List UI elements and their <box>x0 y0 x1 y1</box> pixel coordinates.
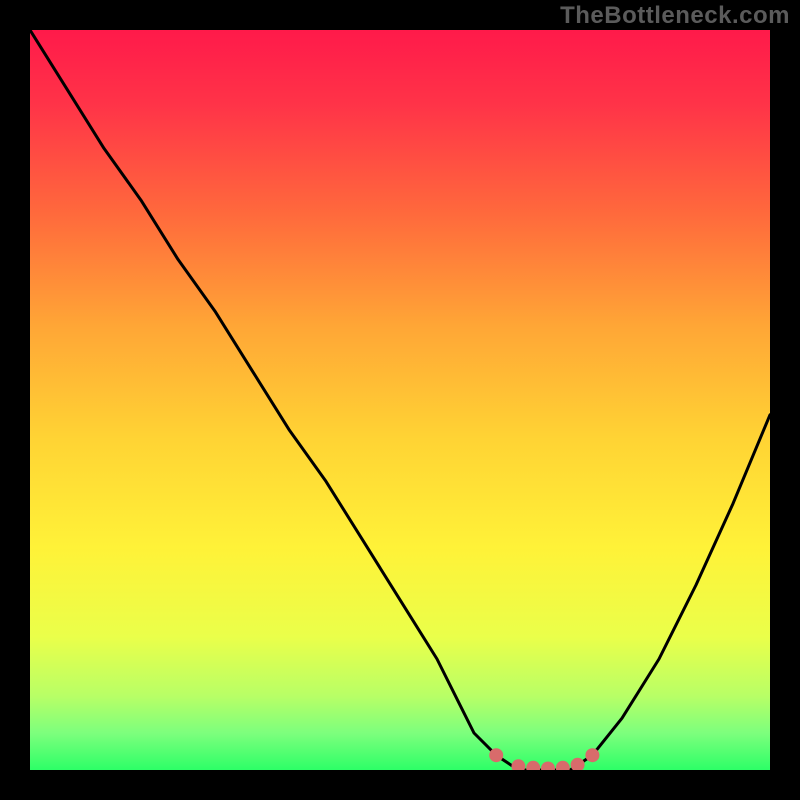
watermark: TheBottleneck.com <box>560 2 790 30</box>
plot-area <box>30 30 770 770</box>
left-edge-marker <box>489 748 503 762</box>
right-edge-marker <box>585 748 599 762</box>
chart-frame: TheBottleneck.com <box>0 0 800 800</box>
bottleneck-chart <box>30 30 770 770</box>
